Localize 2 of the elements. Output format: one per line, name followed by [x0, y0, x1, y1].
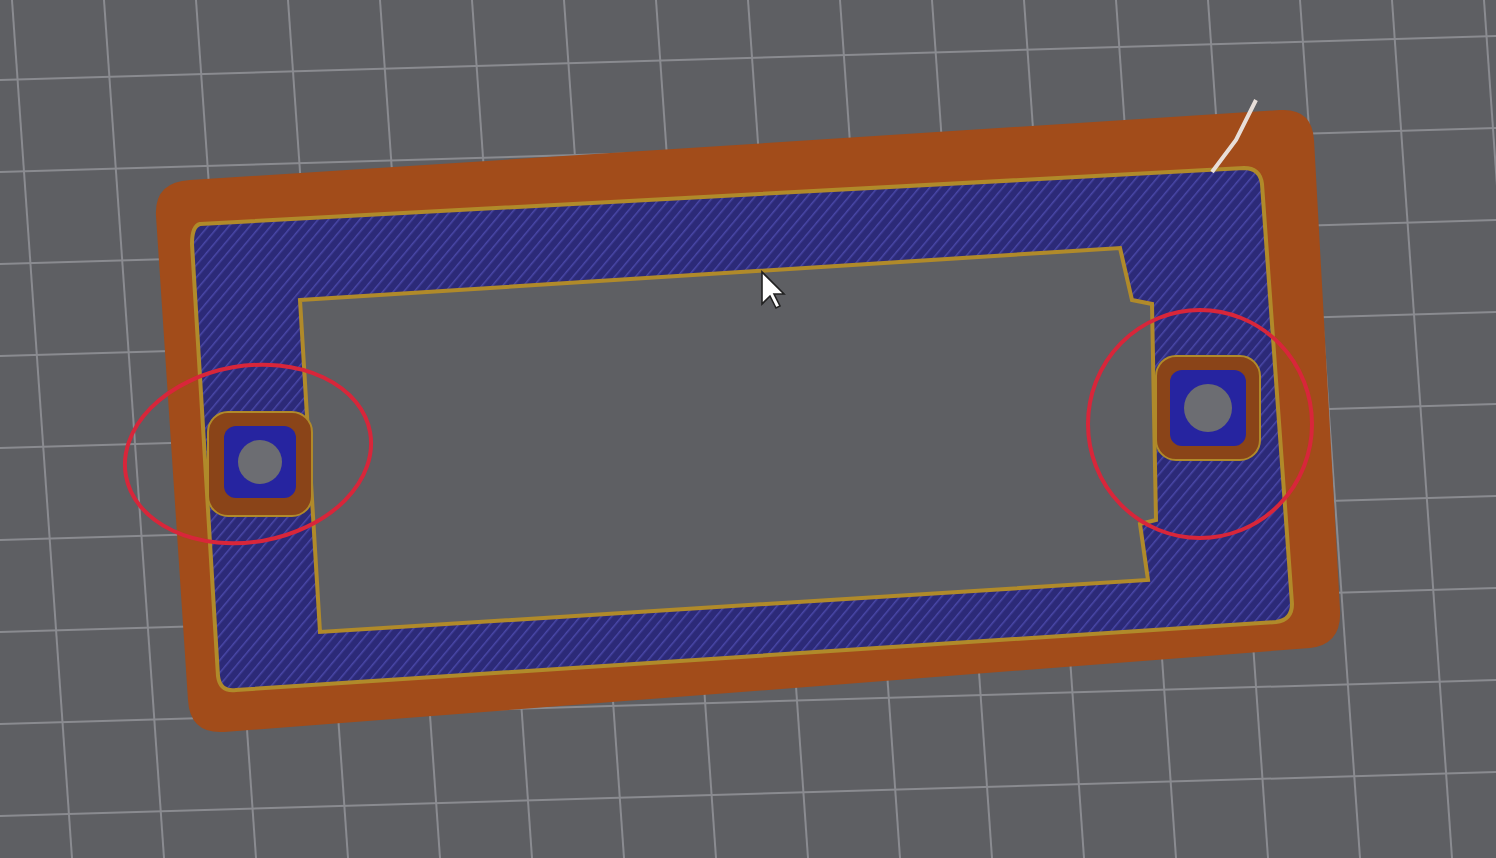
filament-line [1210, 99, 1258, 174]
cursor-icon [761, 270, 786, 310]
